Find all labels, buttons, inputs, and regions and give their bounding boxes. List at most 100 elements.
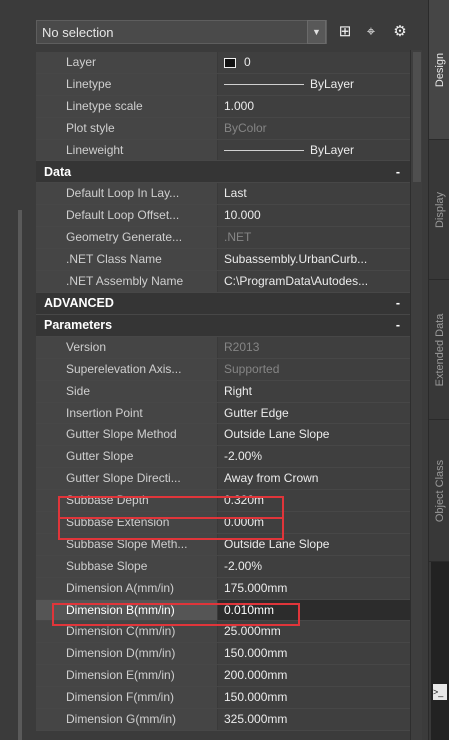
left-gutter-bar bbox=[18, 210, 22, 740]
left-panel-gutter bbox=[0, 60, 36, 740]
property-label: Subbase Slope bbox=[36, 555, 218, 577]
collapse-toggle-icon[interactable]: - bbox=[396, 165, 400, 179]
property-row[interactable]: Superelevation Axis... Supported bbox=[36, 358, 410, 381]
property-value: R2013 bbox=[218, 336, 410, 358]
property-label: Gutter Slope Directi... bbox=[36, 468, 218, 490]
property-label: Linetype scale bbox=[36, 95, 218, 117]
toggle-pickadd-icon[interactable]: ⊞ bbox=[335, 22, 355, 42]
property-label: Dimension D(mm/in) bbox=[36, 643, 218, 665]
property-value[interactable]: Outside Lane Slope bbox=[218, 424, 410, 446]
property-row-subbase-extension[interactable]: Subbase Extension 0.000m bbox=[36, 512, 410, 534]
property-row[interactable]: Geometry Generate... .NET bbox=[36, 227, 410, 250]
property-value[interactable]: Outside Lane Slope bbox=[218, 533, 410, 555]
property-value[interactable]: 175.000mm bbox=[218, 577, 410, 599]
property-value-lineweight[interactable]: ByLayer bbox=[218, 139, 410, 161]
collapse-toggle-icon[interactable]: - bbox=[396, 296, 400, 310]
command-line-prompt[interactable]: >_ bbox=[433, 684, 447, 700]
property-row[interactable]: Subbase Slope Meth... Outside Lane Slope bbox=[36, 533, 410, 556]
property-row-plot-style[interactable]: Plot style ByColor bbox=[36, 117, 410, 140]
property-label: Dimension E(mm/in) bbox=[36, 665, 218, 687]
property-row[interactable]: Insertion Point Gutter Edge bbox=[36, 402, 410, 425]
property-value[interactable]: 150.000mm bbox=[218, 687, 410, 709]
selection-dropdown-value: No selection bbox=[42, 25, 114, 40]
scrollbar-thumb[interactable] bbox=[413, 52, 421, 182]
category-title: Data bbox=[44, 164, 72, 179]
property-label: Superelevation Axis... bbox=[36, 358, 218, 380]
property-row[interactable]: Gutter Slope Directi... Away from Crown bbox=[36, 468, 410, 491]
property-row[interactable]: Default Loop Offset... 10.000 bbox=[36, 205, 410, 228]
category-header-advanced[interactable]: ADVANCED - bbox=[36, 292, 410, 315]
property-value[interactable]: Subassembly.UrbanCurb... bbox=[218, 249, 410, 271]
property-label: Plot style bbox=[36, 117, 218, 139]
property-row[interactable]: .NET Class Name Subassembly.UrbanCurb... bbox=[36, 249, 410, 272]
category-header-parameters[interactable]: Parameters - bbox=[36, 314, 410, 337]
property-value-linetype[interactable]: ByLayer bbox=[218, 73, 410, 95]
property-row-linetype[interactable]: Linetype ByLayer bbox=[36, 73, 410, 96]
linetype-preview-icon bbox=[224, 84, 304, 86]
selection-dropdown[interactable]: No selection bbox=[36, 20, 327, 44]
property-label: Default Loop In Lay... bbox=[36, 183, 218, 205]
property-value[interactable]: 0.000m bbox=[218, 512, 410, 533]
property-value[interactable]: 10.000 bbox=[218, 205, 410, 227]
lineweight-preview-icon bbox=[224, 149, 304, 151]
property-row-lineweight[interactable]: Lineweight ByLayer bbox=[36, 139, 410, 162]
property-row-dimension-b[interactable]: Dimension B(mm/in) 0.010mm bbox=[36, 599, 410, 622]
property-row-layer[interactable]: Layer 0 bbox=[36, 52, 410, 74]
property-label: Dimension A(mm/in) bbox=[36, 577, 218, 599]
property-value[interactable]: 25.000mm bbox=[218, 621, 410, 643]
tab-display[interactable]: Display bbox=[429, 140, 449, 280]
property-label: Subbase Depth bbox=[36, 490, 218, 512]
property-label: Dimension F(mm/in) bbox=[36, 687, 218, 709]
property-value[interactable]: 150.000mm bbox=[218, 643, 410, 665]
property-grid-scrollbar[interactable] bbox=[410, 50, 422, 740]
property-row[interactable]: Version R2013 bbox=[36, 336, 410, 359]
property-label: Layer bbox=[36, 52, 218, 73]
property-row[interactable]: Dimension D(mm/in) 150.000mm bbox=[36, 643, 410, 666]
category-title: Parameters bbox=[44, 318, 113, 333]
tab-object-class[interactable]: Object Class bbox=[429, 420, 449, 562]
property-value[interactable]: Right bbox=[218, 380, 410, 402]
property-row[interactable]: Gutter Slope Method Outside Lane Slope bbox=[36, 424, 410, 447]
property-value[interactable]: 1.000 bbox=[218, 95, 410, 117]
property-grid: Layer 0 Linetype ByLayer Linetype scale … bbox=[36, 52, 410, 731]
property-row[interactable]: .NET Assembly Name C:\ProgramData\Autode… bbox=[36, 271, 410, 293]
property-label: Side bbox=[36, 380, 218, 402]
property-value-editing[interactable]: 0.010mm bbox=[218, 599, 410, 621]
property-label: Geometry Generate... bbox=[36, 227, 218, 249]
property-label: Dimension G(mm/in) bbox=[36, 709, 218, 730]
property-label: Lineweight bbox=[36, 139, 218, 161]
property-value[interactable]: 0.320m bbox=[218, 490, 410, 512]
property-value[interactable]: 200.000mm bbox=[218, 665, 410, 687]
property-value[interactable]: C:\ProgramData\Autodes... bbox=[218, 271, 410, 292]
property-row[interactable]: Dimension F(mm/in) 150.000mm bbox=[36, 687, 410, 710]
property-row-linetype-scale[interactable]: Linetype scale 1.000 bbox=[36, 95, 410, 118]
property-row[interactable]: Dimension A(mm/in) 175.000mm bbox=[36, 577, 410, 600]
property-row[interactable]: Dimension E(mm/in) 200.000mm bbox=[36, 665, 410, 688]
property-row[interactable]: Subbase Slope -2.00% bbox=[36, 555, 410, 578]
select-objects-icon[interactable]: ⌖ bbox=[361, 22, 381, 42]
property-row-subbase-depth[interactable]: Subbase Depth 0.320m bbox=[36, 490, 410, 513]
quick-select-icon[interactable]: ⚙ bbox=[390, 22, 410, 42]
property-row[interactable]: Side Right bbox=[36, 380, 410, 403]
category-title: ADVANCED bbox=[44, 296, 114, 311]
property-row[interactable]: Gutter Slope -2.00% bbox=[36, 446, 410, 469]
category-header-data[interactable]: Data - bbox=[36, 161, 410, 184]
tab-extended-data[interactable]: Extended Data bbox=[429, 280, 449, 420]
collapse-toggle-icon[interactable]: - bbox=[396, 318, 400, 332]
property-row[interactable]: Dimension C(mm/in) 25.000mm bbox=[36, 621, 410, 644]
property-value[interactable]: 325.000mm bbox=[218, 709, 410, 730]
property-value[interactable]: -2.00% bbox=[218, 555, 410, 577]
tab-design[interactable]: Design bbox=[429, 0, 449, 140]
property-row[interactable]: Dimension G(mm/in) 325.000mm bbox=[36, 709, 410, 731]
selection-toolbar: No selection ▼ ⊞ ⌖ ⚙ bbox=[0, 0, 430, 60]
dropdown-arrow-icon[interactable]: ▼ bbox=[307, 20, 326, 44]
property-label: Linetype bbox=[36, 73, 218, 95]
property-value: ByColor bbox=[218, 117, 410, 139]
property-value[interactable]: -2.00% bbox=[218, 446, 410, 468]
property-row[interactable]: Default Loop In Lay... Last bbox=[36, 183, 410, 206]
property-value[interactable]: Last bbox=[218, 183, 410, 205]
property-value[interactable]: Away from Crown bbox=[218, 468, 410, 490]
property-value-layer[interactable]: 0 bbox=[218, 52, 410, 73]
property-label: Default Loop Offset... bbox=[36, 205, 218, 227]
property-value[interactable]: Gutter Edge bbox=[218, 402, 410, 424]
